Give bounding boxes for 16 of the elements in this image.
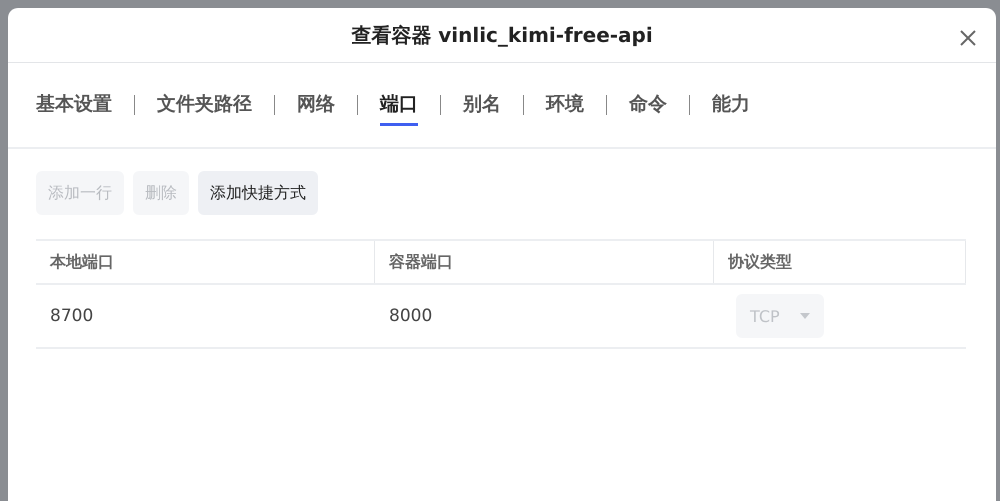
- tab[interactable]: 别名: [463, 84, 501, 126]
- tab[interactable]: 文件夹路径: [157, 84, 252, 126]
- tab[interactable]: 基本设置: [36, 84, 112, 126]
- tab[interactable]: 端口: [380, 84, 418, 126]
- column-header: 本地端口: [50, 252, 114, 272]
- tab[interactable]: 能力: [712, 84, 750, 126]
- toolbar-button[interactable]: 添加快捷方式: [198, 171, 318, 215]
- tab[interactable]: 网络: [297, 84, 335, 126]
- column-header: 容器端口: [389, 252, 453, 272]
- table-cell-text: 8000: [388, 306, 434, 326]
- tab[interactable]: 环境: [546, 84, 584, 126]
- dialog-title: 查看容器 vinlic_kimi-free-api: [351, 22, 653, 48]
- column-header: 协议类型: [728, 252, 792, 272]
- caret-icon: [800, 313, 810, 319]
- tab[interactable]: 命令: [629, 84, 667, 126]
- table-cell-text: 8700: [49, 306, 94, 326]
